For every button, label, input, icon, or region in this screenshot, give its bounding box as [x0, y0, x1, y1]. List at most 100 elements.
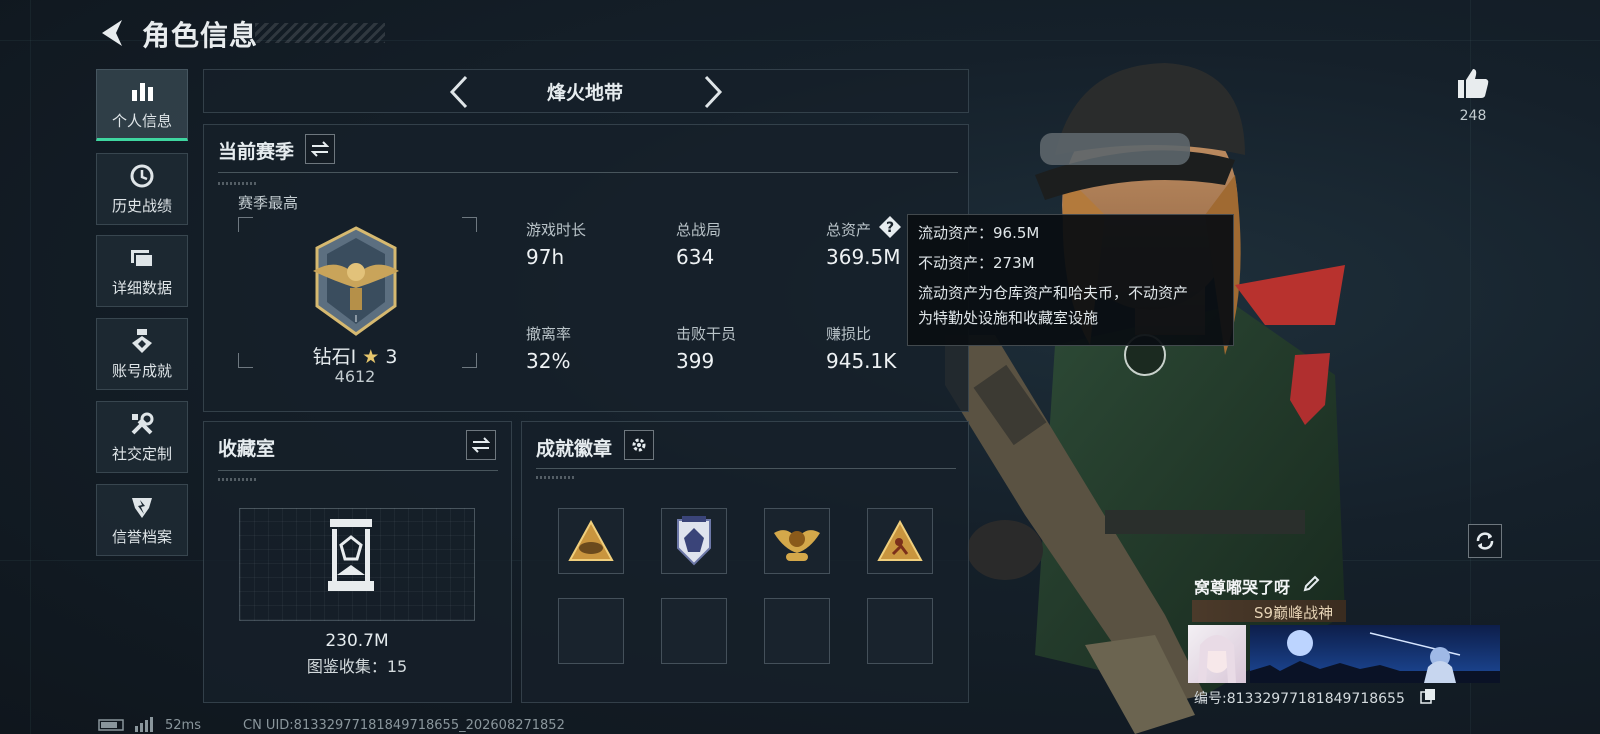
badge-slot[interactable]	[764, 508, 830, 574]
season-switch-button[interactable]	[305, 134, 335, 164]
empty-badge-slot[interactable]	[867, 598, 933, 664]
signal-icon	[135, 717, 153, 732]
sidebar-item-label: 社交定制	[111, 444, 172, 463]
stat-value-total-assets: 369.5M	[826, 245, 901, 269]
stat-label-total-assets: 总资产	[826, 221, 872, 239]
stat-value-total-matches: 634	[676, 245, 715, 269]
badge-slot[interactable]	[661, 508, 727, 574]
collection-preview[interactable]	[239, 508, 475, 621]
mode-prev-arrow-icon[interactable]	[448, 75, 470, 109]
rank-label: 钻石Ⅰ ★ 3	[290, 342, 420, 369]
rank-stars: 3	[385, 346, 398, 368]
tooltip-note-line1: 流动资产为仓库资产和哈夫币，不动资产	[918, 284, 1189, 302]
badge-slot[interactable]	[558, 508, 624, 574]
frame-corner	[462, 217, 477, 232]
collection-value: 230.7M	[325, 631, 389, 651]
achievements-title: 成就徽章	[536, 438, 613, 460]
player-avatar[interactable]	[1188, 625, 1246, 683]
bar-chart-icon	[132, 82, 153, 101]
sidebar-item-label: 历史战绩	[111, 196, 172, 215]
ping-text: 52ms	[165, 718, 201, 733]
edit-pencil-icon[interactable]	[1302, 575, 1320, 593]
decoration	[218, 182, 258, 185]
sidebar-item-detailed-data[interactable]: 详细数据	[96, 235, 188, 307]
season-title: 当前赛季	[218, 141, 295, 163]
player-banner[interactable]	[1250, 625, 1500, 683]
divider	[218, 470, 498, 471]
assets-tooltip: 流动资产：96.5M 不动资产：273M 流动资产为仓库资产和哈夫币，不动资产 …	[907, 214, 1234, 346]
frame-corner	[462, 353, 477, 368]
copy-icon[interactable]	[1420, 688, 1436, 704]
stat-label-total-matches: 总战局	[676, 221, 722, 239]
divider	[536, 468, 956, 469]
frame-corner	[238, 353, 253, 368]
back-arrow-icon[interactable]	[96, 16, 130, 50]
shield-icon	[132, 497, 152, 518]
sidebar-item-history[interactable]: 历史战绩	[96, 153, 188, 225]
svg-text:I: I	[355, 314, 358, 325]
player-name: 窝尊嘟哭了呀	[1194, 578, 1291, 597]
title-badge-text: S9巅峰战神	[1254, 604, 1334, 622]
frame-corner	[238, 217, 253, 232]
star-icon: ★	[362, 346, 380, 368]
title-badge: S9巅峰战神	[1192, 600, 1346, 622]
empty-badge-slot[interactable]	[764, 598, 830, 664]
achievements-settings-button[interactable]	[624, 430, 654, 460]
season-best-label: 赛季最高	[238, 194, 299, 212]
stat-label-operators-killed: 击败干员	[676, 325, 737, 343]
sidebar-item-achievements[interactable]: 账号成就	[96, 318, 188, 390]
svg-text:?: ?	[886, 220, 894, 236]
decoration	[218, 478, 258, 481]
stat-value-operators-killed: 399	[676, 349, 715, 373]
diamond-rank-emblem-icon: I	[313, 226, 399, 336]
folder-icon	[131, 249, 154, 268]
thumbs-up-icon[interactable]	[1456, 66, 1490, 100]
like-count: 248	[1459, 108, 1487, 124]
sidebar-item-label: 详细数据	[111, 278, 172, 297]
stat-label-extraction-rate: 撤离率	[526, 325, 572, 343]
sidebar-item-reputation[interactable]: 信誉档案	[96, 484, 188, 556]
refresh-button[interactable]	[1468, 524, 1502, 558]
page-title: 角色信息	[142, 19, 259, 52]
sidebar-item-label: 账号成就	[111, 361, 172, 380]
sidebar-item-social[interactable]: 社交定制	[96, 401, 188, 473]
empty-badge-slot[interactable]	[558, 598, 624, 664]
stat-label-playtime: 游戏时长	[526, 221, 587, 239]
empty-badge-slot[interactable]	[661, 598, 727, 664]
sidebar-item-label: 个人信息	[111, 111, 172, 130]
tooltip-note-line2: 为特勤处设施和收藏室设施	[918, 309, 1099, 327]
stat-value-playtime: 97h	[526, 245, 565, 269]
player-id: 编号:81332977181849718655	[1194, 691, 1405, 707]
gear-icon	[632, 438, 646, 452]
badge-slot[interactable]	[867, 508, 933, 574]
collection-catalog: 图鉴收集：15	[306, 657, 408, 676]
help-question-icon[interactable]: ?	[878, 215, 902, 239]
winged-gold-badge-icon	[774, 530, 820, 561]
rank-points: 4612	[334, 367, 376, 386]
triangle-gold-badge-icon	[568, 520, 614, 561]
title-decoration	[255, 23, 385, 43]
rank-name: 钻石Ⅰ	[312, 346, 357, 368]
uid-text: CN UID:81332977181849718655_202608271852	[243, 718, 565, 733]
triangle-runner-badge-icon	[877, 520, 923, 561]
sidebar-item-label: 信誉档案	[111, 527, 172, 546]
history-clock-icon	[130, 164, 154, 187]
mode-label: 烽火地带	[546, 82, 623, 104]
grid-line	[30, 0, 31, 734]
swap-icon	[311, 141, 329, 157]
tools-icon	[131, 412, 154, 434]
collection-title: 收藏室	[218, 438, 276, 460]
divider	[218, 172, 958, 173]
stat-value-profit-ratio: 945.1K	[826, 349, 897, 373]
collection-switch-button[interactable]	[466, 430, 496, 460]
decoration	[536, 476, 576, 479]
sidebar-item-personal-info[interactable]: 个人信息	[96, 69, 188, 141]
mode-next-arrow-icon[interactable]	[702, 75, 724, 109]
stat-value-extraction-rate: 32%	[526, 349, 571, 373]
refresh-icon	[1476, 532, 1494, 550]
blue-shield-badge-icon	[677, 516, 711, 566]
stat-label-profit-ratio: 赚损比	[826, 325, 872, 343]
tooltip-liquid-assets: 流动资产：96.5M	[918, 224, 1040, 242]
collection-room-icon	[328, 519, 374, 591]
tooltip-fixed-assets: 不动资产：273M	[918, 254, 1035, 272]
